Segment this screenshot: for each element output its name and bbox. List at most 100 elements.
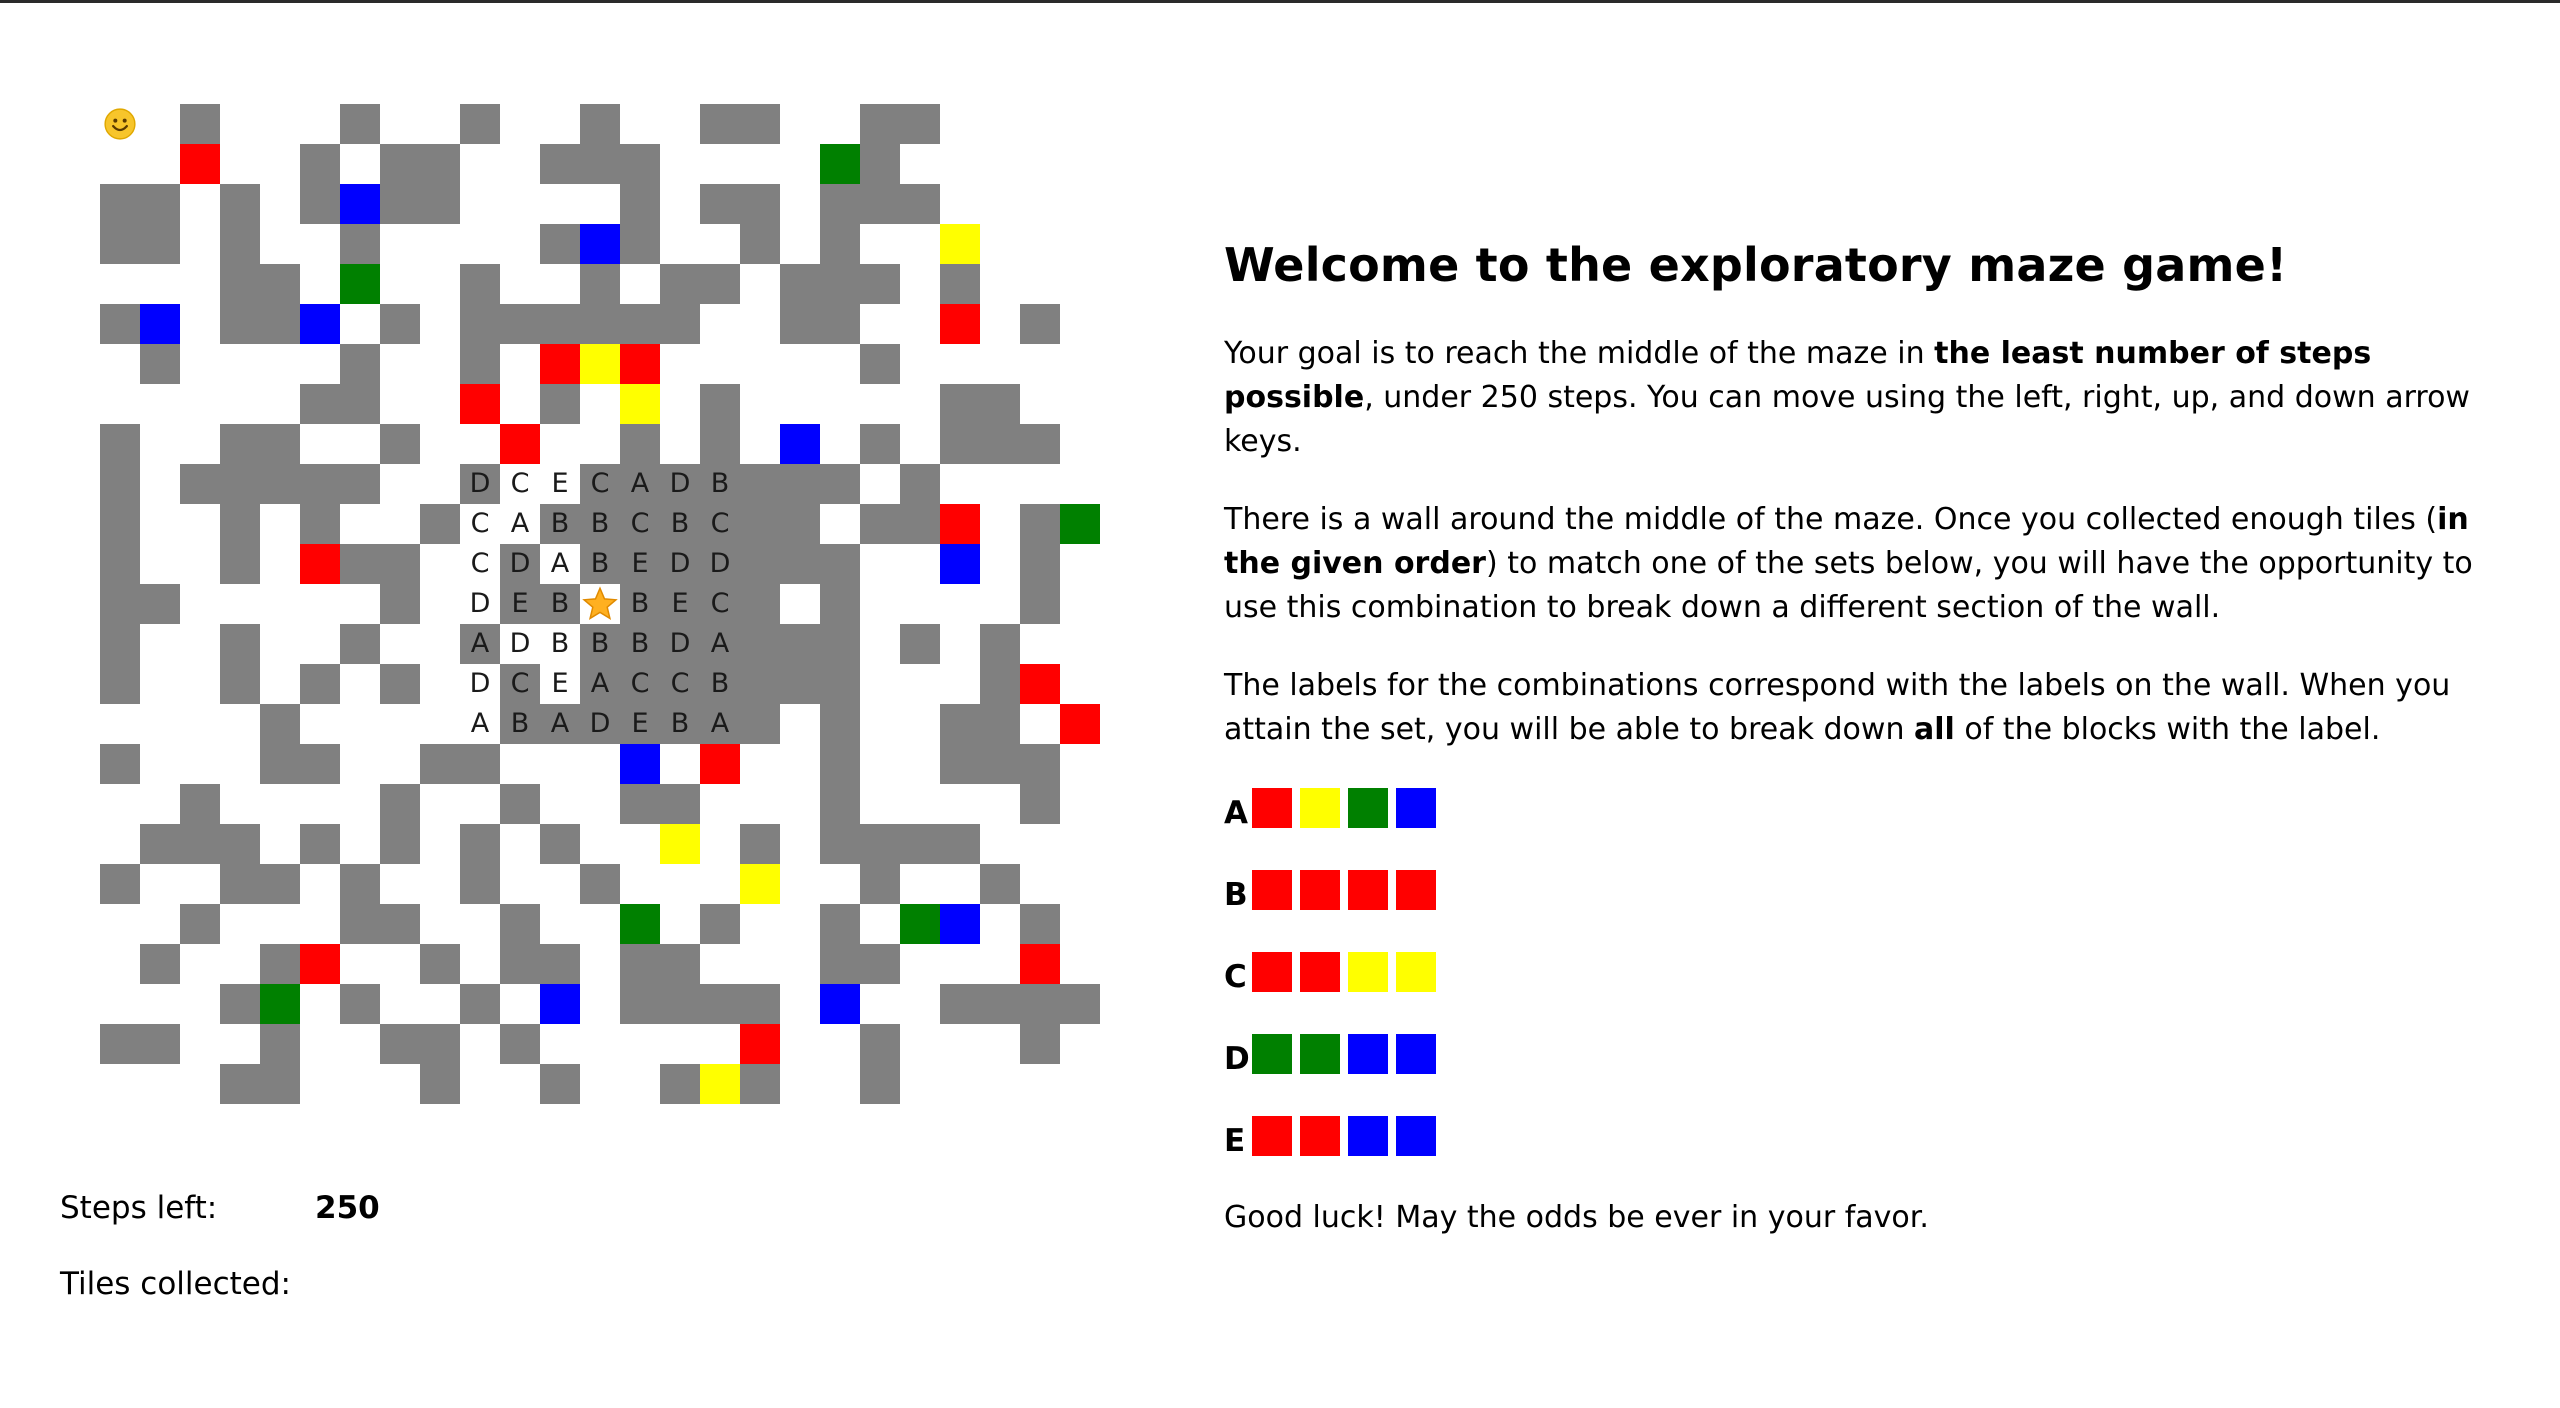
wall-label: C <box>510 668 530 699</box>
wall-block <box>540 824 580 864</box>
wall-label: B <box>710 468 730 499</box>
yellow-tile <box>620 384 660 424</box>
wall-block <box>820 184 860 224</box>
red-tile <box>740 1024 780 1064</box>
labeled-wall-block <box>820 664 860 704</box>
labeled-wall-block <box>780 544 820 584</box>
wall-block <box>500 904 540 944</box>
wall-block <box>540 144 580 184</box>
wall-block <box>620 224 660 264</box>
wall-block <box>140 344 180 384</box>
wall-block <box>500 944 540 984</box>
labeled-wall-block <box>820 544 860 584</box>
wall-block <box>460 824 500 864</box>
wall-block <box>260 864 300 904</box>
wall-block <box>100 464 140 504</box>
green-tile <box>340 264 380 304</box>
combination-label: C <box>1224 959 1247 995</box>
labels-paragraph: The labels for the combinations correspo… <box>1224 668 2451 747</box>
wall-block <box>380 584 420 624</box>
wall-block <box>460 304 500 344</box>
blue-tile <box>580 224 620 264</box>
wall-label: B <box>630 628 650 659</box>
combination-label: E <box>1224 1123 1246 1159</box>
wall-block <box>140 584 180 624</box>
wall-block <box>860 1064 900 1104</box>
wall-block <box>980 984 1020 1024</box>
wall-block <box>700 184 740 224</box>
wall-block <box>820 584 860 624</box>
labeled-wall-block <box>780 504 820 544</box>
wall-block <box>620 784 660 824</box>
wall-block <box>660 944 700 984</box>
wall-block <box>100 424 140 464</box>
wall-block <box>260 944 300 984</box>
wall-block <box>180 784 220 824</box>
wall-block <box>420 1024 460 1064</box>
wall-block <box>580 864 620 904</box>
wall-block <box>660 984 700 1024</box>
wall-label: B <box>550 508 570 539</box>
wall-block <box>100 504 140 544</box>
wall-label: E <box>631 708 649 739</box>
wall-block <box>940 984 980 1024</box>
wall-label: A <box>710 628 730 659</box>
wall-block <box>860 424 900 464</box>
wall-block <box>140 824 180 864</box>
wall-block <box>420 144 460 184</box>
wall-block <box>620 944 660 984</box>
wall-block <box>580 304 620 344</box>
wall-label: D <box>469 668 491 699</box>
green-tile <box>620 904 660 944</box>
smiley-icon <box>100 104 140 144</box>
wall-block <box>220 664 260 704</box>
wall-block <box>540 944 580 984</box>
wall-label: A <box>550 548 570 579</box>
wall-block <box>660 1064 700 1104</box>
wall-block <box>860 1024 900 1064</box>
wall-block <box>340 904 380 944</box>
wall-label: A <box>470 628 490 659</box>
wall-label: C <box>470 508 490 539</box>
wall-block <box>820 224 860 264</box>
wall-block <box>700 264 740 304</box>
wall-block <box>860 944 900 984</box>
wall-label: A <box>590 668 610 699</box>
wall-block <box>860 104 900 144</box>
combination-label: A <box>1224 795 1248 831</box>
red-tile-swatch <box>1252 870 1292 910</box>
wall-label: A <box>550 708 570 739</box>
wall-block <box>220 184 260 224</box>
wall-label: D <box>469 468 491 499</box>
wall-block <box>420 184 460 224</box>
wall-block <box>540 384 580 424</box>
wall-block <box>660 264 700 304</box>
wall-block <box>220 424 260 464</box>
yellow-tile <box>700 1064 740 1104</box>
wall-block <box>220 304 260 344</box>
wall-block <box>1020 424 1060 464</box>
wall-block <box>340 624 380 664</box>
wall-label: B <box>590 548 610 579</box>
wall-label: D <box>669 548 691 579</box>
labeled-wall-block <box>740 464 780 504</box>
top-border <box>0 0 2560 3</box>
wall-block <box>540 224 580 264</box>
blue-tile-swatch <box>1396 788 1436 828</box>
wall-label: A <box>510 508 530 539</box>
wall-label: E <box>551 668 569 699</box>
wall-block <box>900 824 940 864</box>
wall-label: E <box>631 548 649 579</box>
wall-block <box>820 824 860 864</box>
wall-block <box>260 304 300 344</box>
wall-label: C <box>590 468 610 499</box>
blue-tile <box>140 304 180 344</box>
wall-block <box>780 304 820 344</box>
green-tile-swatch <box>1348 788 1388 828</box>
red-tile-swatch <box>1252 1116 1292 1156</box>
wall-block <box>500 304 540 344</box>
wall-label: C <box>630 668 650 699</box>
wall-block <box>420 944 460 984</box>
red-tile-swatch <box>1396 870 1436 910</box>
wall-block <box>220 464 260 504</box>
